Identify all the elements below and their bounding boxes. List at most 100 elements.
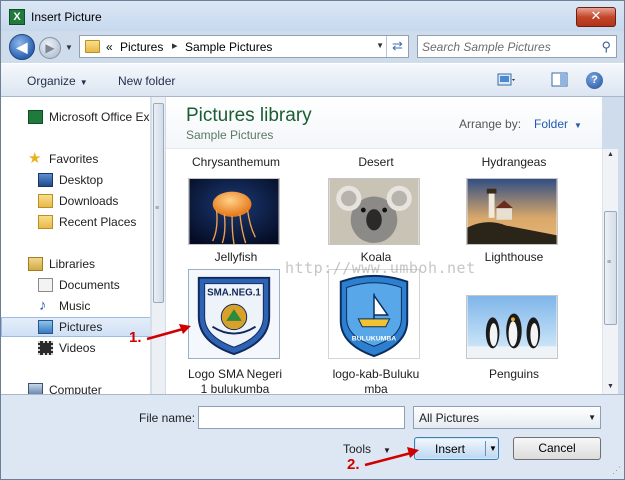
downloads-folder-icon [38, 194, 53, 208]
organize-button[interactable]: Organize ▼ [27, 74, 88, 88]
grip-icon: ≡ [607, 259, 612, 266]
breadcrumb-overflow[interactable]: « [106, 40, 113, 54]
excel-app-icon: X [9, 9, 25, 25]
title-bar: X Insert Picture ✕ [1, 1, 624, 31]
sidebar-item-downloads[interactable]: Downloads [1, 191, 150, 211]
koala-thumbnail[interactable] [328, 178, 420, 245]
back-button[interactable]: ◀ [9, 34, 35, 60]
breadcrumb-pictures[interactable]: Pictures [120, 40, 163, 54]
address-bar[interactable]: « Pictures ▸ Sample Pictures ▼ ⇄ [79, 35, 409, 58]
star-icon: ★ [28, 150, 42, 167]
cancel-button[interactable]: Cancel [513, 437, 601, 460]
sidebar-item-favorites[interactable]: ★ Favorites [1, 149, 150, 169]
forward-button[interactable]: ▶ [39, 37, 61, 59]
file-type-select[interactable]: All Pictures ▼ [413, 406, 601, 429]
scroll-down-icon[interactable]: ▼ [607, 383, 614, 390]
file-label-desert[interactable]: Desert [326, 155, 426, 170]
annotation-step-2: 2. [347, 456, 360, 473]
search-icon[interactable]: ⚲ [601, 39, 611, 55]
library-header: Pictures library Sample Pictures Arrange… [166, 97, 602, 149]
sidebar-item-label: Pictures [59, 320, 103, 334]
sma-logo-thumbnail[interactable]: SMA.NEG.1 [188, 269, 280, 359]
file-label-bulukumba-logo[interactable]: logo-kab-Buluku mba [321, 367, 431, 394]
library-subtitle: Sample Pictures [186, 128, 274, 142]
file-name-input[interactable] [198, 406, 405, 429]
sma-seal-text: SMA.NEG.1 [207, 287, 261, 298]
folder-icon [85, 40, 100, 53]
file-label-chrysanthemum[interactable]: Chrysanthemum [186, 155, 286, 170]
sidebar-item-microsoft-office-excel[interactable]: Microsoft Office Ex [1, 107, 150, 127]
lighthouse-thumbnail[interactable] [466, 178, 558, 245]
file-label-hydrangeas[interactable]: Hydrangeas [464, 155, 564, 170]
sidebar-item-label: Documents [59, 278, 120, 292]
refresh-icon[interactable]: ⇄ [386, 36, 408, 57]
file-list-scrollbar[interactable]: ▲ ≡ ▼ [602, 149, 618, 394]
insert-picture-dialog: X Insert Picture ✕ ◀ ▶ ▼ « Pictures ▸ Sa… [0, 0, 625, 480]
annotation-arrow-1-icon [146, 324, 191, 341]
sidebar-item-label: Recent Places [59, 215, 137, 229]
change-view-icon[interactable] [497, 72, 515, 88]
breadcrumb-separator[interactable]: ▸ [172, 39, 178, 52]
sidebar-item-computer[interactable]: Computer [1, 380, 150, 394]
sidebar-item-documents[interactable]: Documents [1, 275, 150, 295]
libraries-icon [28, 257, 43, 271]
chevron-down-icon: ▼ [588, 413, 596, 422]
file-label-penguins[interactable]: Penguins [464, 367, 564, 382]
bulukumba-seal-text: BULUKUMBA [352, 335, 396, 342]
breadcrumb-sample-pictures[interactable]: Sample Pictures [185, 40, 272, 54]
file-label-lighthouse[interactable]: Lighthouse [464, 250, 564, 265]
sidebar-item-label: Computer [49, 383, 102, 394]
sidebar-scroll-thumb[interactable] [153, 103, 164, 303]
file-label-jellyfish[interactable]: Jellyfish [186, 250, 286, 265]
preview-pane-icon[interactable] [551, 72, 569, 88]
file-list-pane: Pictures library Sample Pictures Arrange… [166, 97, 602, 394]
file-label-line: logo-kab-Buluku [332, 367, 420, 381]
window-title: Insert Picture [31, 10, 102, 24]
sidebar-item-label: Favorites [49, 152, 99, 166]
insert-options-dropdown-icon[interactable]: ▼ [489, 444, 497, 453]
jellyfish-thumbnail[interactable] [188, 178, 280, 245]
help-icon[interactable]: ? [586, 72, 603, 89]
recent-places-icon [38, 215, 53, 229]
penguins-thumbnail[interactable] [466, 295, 558, 359]
sidebar-item-music[interactable]: ♪ Music [1, 296, 150, 316]
new-folder-button[interactable]: New folder [118, 74, 175, 88]
search-box[interactable]: ⚲ [417, 35, 617, 58]
recent-locations-dropdown[interactable]: ▼ [65, 43, 73, 52]
scroll-up-icon[interactable]: ▲ [607, 151, 614, 158]
insert-label: Insert [434, 442, 465, 456]
sidebar-item-desktop[interactable]: Desktop [1, 170, 150, 190]
sidebar-item-recent-places[interactable]: Recent Places [1, 212, 150, 232]
sidebar-item-label: Videos [59, 341, 96, 355]
annotation-arrow-2-icon [364, 447, 419, 467]
navigation-bar: ◀ ▶ ▼ « Pictures ▸ Sample Pictures ▼ ⇄ ⚲ [1, 31, 624, 63]
arrange-by-dropdown[interactable]: Folder ▼ [534, 117, 582, 131]
insert-button[interactable]: Insert ▼ [414, 437, 499, 460]
chevron-down-icon: ▼ [79, 78, 88, 87]
chevron-down-icon: ▼ [574, 121, 582, 130]
command-bar: Organize ▼ New folder ? [1, 63, 624, 97]
library-title: Pictures library [186, 105, 312, 126]
file-list-scroll-thumb[interactable] [604, 211, 617, 325]
sidebar-scrollbar[interactable]: ≡ [151, 97, 165, 394]
sidebar-item-label: Desktop [59, 173, 104, 187]
file-label-sma-logo[interactable]: Logo SMA Negeri 1 bulukumba [180, 367, 290, 394]
close-button[interactable]: ✕ [576, 7, 616, 27]
music-icon: ♪ [39, 297, 47, 314]
sidebar-item-label: Libraries [49, 257, 96, 271]
resize-grip-icon[interactable]: ⋰ [612, 465, 621, 476]
address-dropdown-icon[interactable]: ▼ [376, 41, 384, 50]
watermark-text: http://www.umboh.net [285, 259, 476, 277]
file-name-label: File name: [139, 411, 196, 425]
grip-icon: ≡ [155, 205, 160, 212]
file-label-line: 1 bulukumba [200, 382, 270, 394]
organize-label: Organize [27, 74, 76, 88]
sidebar-item-libraries[interactable]: Libraries [1, 254, 150, 274]
search-input[interactable] [422, 39, 592, 54]
bulukumba-logo-thumbnail[interactable]: BULUKUMBA [328, 269, 420, 359]
documents-icon [38, 278, 53, 292]
pictures-icon [38, 320, 53, 334]
split-divider [485, 441, 486, 456]
file-label-line: Logo SMA Negeri [187, 367, 283, 381]
arrange-by-value: Folder [534, 117, 569, 131]
